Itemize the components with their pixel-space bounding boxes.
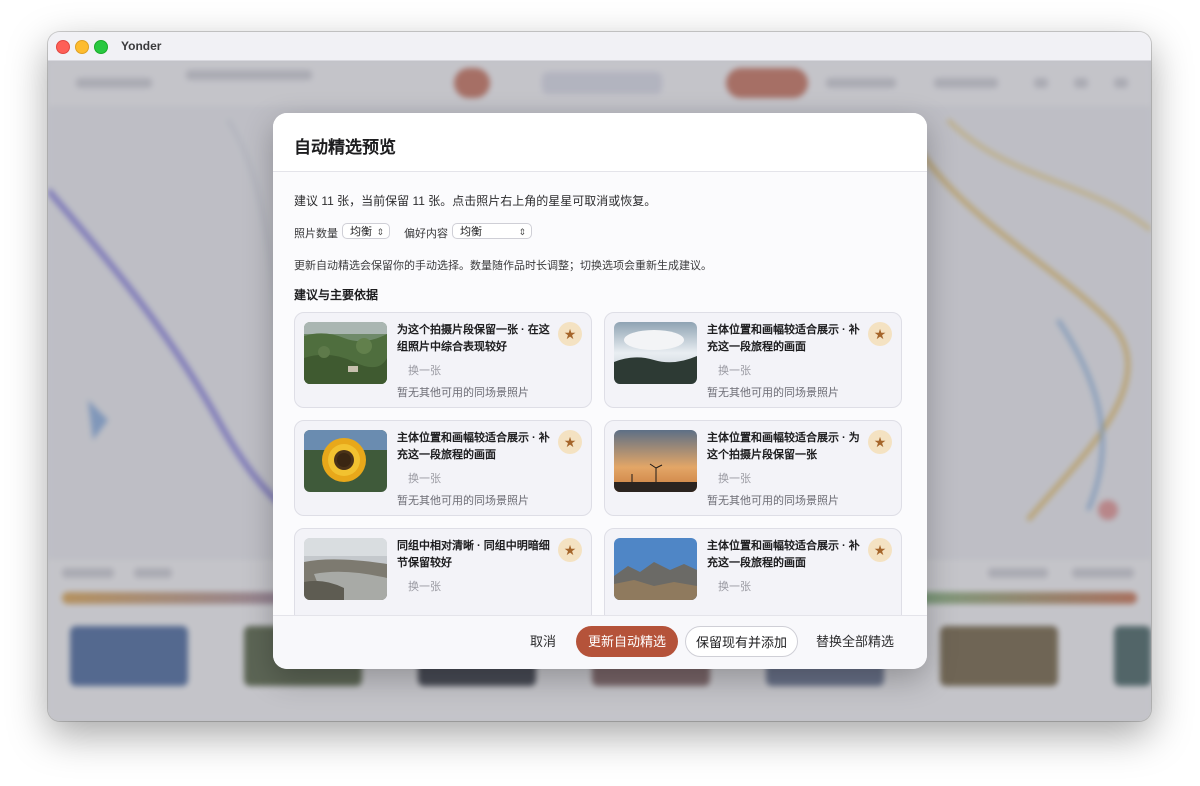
dialog-footer: 取消 更新自动精选 保留现有并添加 替换全部精选 bbox=[273, 615, 927, 669]
preference-select[interactable]: 均衡 ⇕ bbox=[452, 223, 532, 239]
cancel-button[interactable]: 取消 bbox=[523, 626, 563, 657]
swap-photo-button[interactable]: 换一张 bbox=[408, 470, 441, 486]
no-alternative-text: 暂无其他可用的同场景照片 bbox=[397, 387, 529, 399]
photo-thumbnail[interactable] bbox=[614, 322, 697, 384]
section-title: 建议与主要依据 bbox=[294, 288, 379, 302]
swap-photo-button[interactable]: 换一张 bbox=[408, 578, 441, 594]
suggestion-card[interactable]: 主体位置和画幅较适合展示 · 补充这一段旅程的画面 换一张 暂无其他可用的同场景… bbox=[294, 420, 592, 516]
card-reason: 主体位置和画幅较适合展示 · 补充这一段旅程的画面 bbox=[707, 540, 860, 569]
suggestion-card[interactable]: 主体位置和画幅较适合展示 · 为这个拍摄片段保留一张 换一张 暂无其他可用的同场… bbox=[604, 420, 902, 516]
star-icon: ★ bbox=[563, 434, 577, 450]
zoom-window-button[interactable] bbox=[94, 40, 108, 54]
star-toggle-button[interactable]: ★ bbox=[558, 538, 582, 562]
swap-photo-button[interactable]: 换一张 bbox=[408, 362, 441, 378]
swap-photo-button[interactable]: 换一张 bbox=[718, 578, 751, 594]
star-icon: ★ bbox=[873, 542, 887, 558]
suggestion-card[interactable]: 同组中相对清晰 · 同组中明暗细节保留较好 换一张 ★ bbox=[294, 528, 592, 616]
card-reason: 主体位置和画幅较适合展示 · 为这个拍摄片段保留一张 bbox=[707, 432, 860, 461]
star-toggle-button[interactable]: ★ bbox=[868, 322, 892, 346]
photo-thumbnail[interactable] bbox=[614, 538, 697, 600]
suggestion-card[interactable]: 主体位置和画幅较适合展示 · 补充这一段旅程的画面 换一张 暂无其他可用的同场景… bbox=[604, 312, 902, 408]
replace-all-button[interactable]: 替换全部精选 bbox=[811, 626, 899, 657]
star-toggle-button[interactable]: ★ bbox=[868, 538, 892, 562]
keep-and-add-button[interactable]: 保留现有并添加 bbox=[685, 626, 798, 657]
card-reason: 为这个拍摄片段保留一张 · 在这组照片中综合表现较好 bbox=[397, 324, 550, 353]
photo-count-label: 照片数量 bbox=[294, 228, 338, 240]
swap-photo-button[interactable]: 换一张 bbox=[718, 362, 751, 378]
chevron-updown-icon: ⇕ bbox=[518, 227, 526, 237]
card-reason: 主体位置和画幅较适合展示 · 补充这一段旅程的画面 bbox=[397, 432, 550, 461]
star-icon: ★ bbox=[873, 434, 887, 450]
no-alternative-text: 暂无其他可用的同场景照片 bbox=[707, 387, 839, 399]
star-icon: ★ bbox=[873, 326, 887, 342]
selection-summary: 建议 11 张，当前保留 11 张。点击照片右上角的星星可取消或恢复。 bbox=[294, 194, 657, 208]
dialog-header: 自动精选预览 bbox=[273, 113, 927, 172]
no-alternative-text: 暂无其他可用的同场景照片 bbox=[397, 495, 529, 507]
suggestion-card[interactable]: 主体位置和画幅较适合展示 · 补充这一段旅程的画面 换一张 ★ bbox=[604, 528, 902, 616]
close-window-button[interactable] bbox=[56, 40, 70, 54]
photo-thumbnail[interactable] bbox=[614, 430, 697, 492]
card-reason: 主体位置和画幅较适合展示 · 补充这一段旅程的画面 bbox=[707, 324, 860, 353]
auto-select-preview-dialog: 自动精选预览 建议 11 张，当前保留 11 张。点击照片右上角的星星可取消或恢… bbox=[273, 113, 927, 669]
preference-label: 偏好内容 bbox=[404, 228, 448, 240]
refresh-auto-select-button[interactable]: 更新自动精选 bbox=[576, 626, 678, 657]
minimize-window-button[interactable] bbox=[75, 40, 89, 54]
dialog-title: 自动精选预览 bbox=[294, 138, 396, 157]
photo-thumbnail[interactable] bbox=[304, 430, 387, 492]
star-toggle-button[interactable]: ★ bbox=[558, 322, 582, 346]
refresh-note: 更新自动精选会保留你的手动选择。数量随作品时长调整；切换选项会重新生成建议。 bbox=[294, 260, 712, 272]
photo-count-select[interactable]: 均衡 ⇕ bbox=[342, 223, 390, 239]
swap-photo-button[interactable]: 换一张 bbox=[718, 470, 751, 486]
dialog-body[interactable]: 建议 11 张，当前保留 11 张。点击照片右上角的星星可取消或恢复。 照片数量… bbox=[273, 172, 927, 616]
star-icon: ★ bbox=[563, 326, 577, 342]
suggestion-card[interactable]: 为这个拍摄片段保留一张 · 在这组照片中综合表现较好 换一张 暂无其他可用的同场… bbox=[294, 312, 592, 408]
chevron-updown-icon: ⇕ bbox=[376, 227, 384, 237]
star-icon: ★ bbox=[563, 542, 577, 558]
photo-count-value: 均衡 bbox=[350, 226, 372, 238]
star-toggle-button[interactable]: ★ bbox=[558, 430, 582, 454]
card-reason: 同组中相对清晰 · 同组中明暗细节保留较好 bbox=[397, 540, 550, 569]
title-bar: Yonder bbox=[48, 32, 1151, 61]
no-alternative-text: 暂无其他可用的同场景照片 bbox=[707, 495, 839, 507]
photo-thumbnail[interactable] bbox=[304, 538, 387, 600]
window-title: Yonder bbox=[121, 39, 162, 53]
preference-value: 均衡 bbox=[460, 226, 482, 238]
star-toggle-button[interactable]: ★ bbox=[868, 430, 892, 454]
photo-thumbnail[interactable] bbox=[304, 322, 387, 384]
